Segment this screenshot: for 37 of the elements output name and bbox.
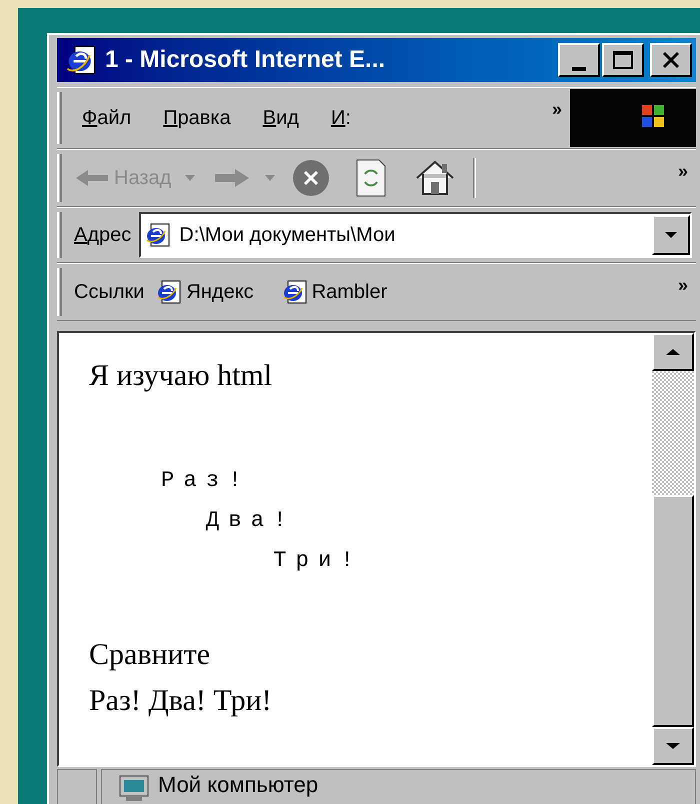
globe-page-icon [156, 279, 182, 305]
up-arrow-icon [665, 348, 681, 356]
address-label: Адрес [74, 223, 132, 248]
back-arrow-icon [74, 168, 110, 188]
close-button[interactable] [650, 43, 692, 77]
globe-page-icon [282, 279, 308, 305]
globe-page-icon [65, 44, 97, 76]
menu-item[interactable]: Вид [254, 103, 307, 133]
scrollbar-thumb[interactable] [652, 495, 694, 727]
down-arrow-icon [665, 742, 681, 750]
page-text: Раз! Два! Три! [89, 683, 272, 719]
more-button[interactable]: » [552, 96, 562, 123]
page-text: Сравните [89, 637, 210, 673]
menu-item[interactable]: И: [322, 103, 359, 133]
link-button[interactable]: Rambler [282, 277, 388, 307]
links-label: Ссылки [74, 280, 144, 305]
page-text: Я изучаю html [89, 361, 274, 391]
windows-logo-icon [570, 89, 696, 147]
menu-item[interactable]: Файл [74, 103, 140, 133]
scroll-down-button[interactable] [652, 727, 694, 765]
down-arrow-icon [664, 231, 678, 239]
preformatted-text: Раз! Два! Три! [161, 467, 363, 575]
menu-item[interactable]: Правка [155, 103, 239, 133]
close-icon [661, 51, 681, 69]
window-title: 1 - Microsoft Internet E... [105, 45, 386, 75]
dropdown-button[interactable] [652, 215, 690, 255]
status-panel [57, 769, 97, 804]
more-button[interactable]: » [678, 272, 688, 299]
status-text: Мой компьютер [158, 774, 318, 796]
minimize-button[interactable] [558, 43, 600, 77]
link-button[interactable]: Яндекс [156, 277, 254, 307]
maximize-button[interactable] [602, 43, 644, 77]
more-button[interactable]: » [678, 158, 688, 185]
vertical-scrollbar[interactable] [652, 333, 694, 765]
address-field[interactable]: D:\Мои документы\Мои [139, 212, 692, 258]
globe-page-icon [145, 222, 172, 248]
scroll-up-button[interactable] [652, 333, 694, 371]
